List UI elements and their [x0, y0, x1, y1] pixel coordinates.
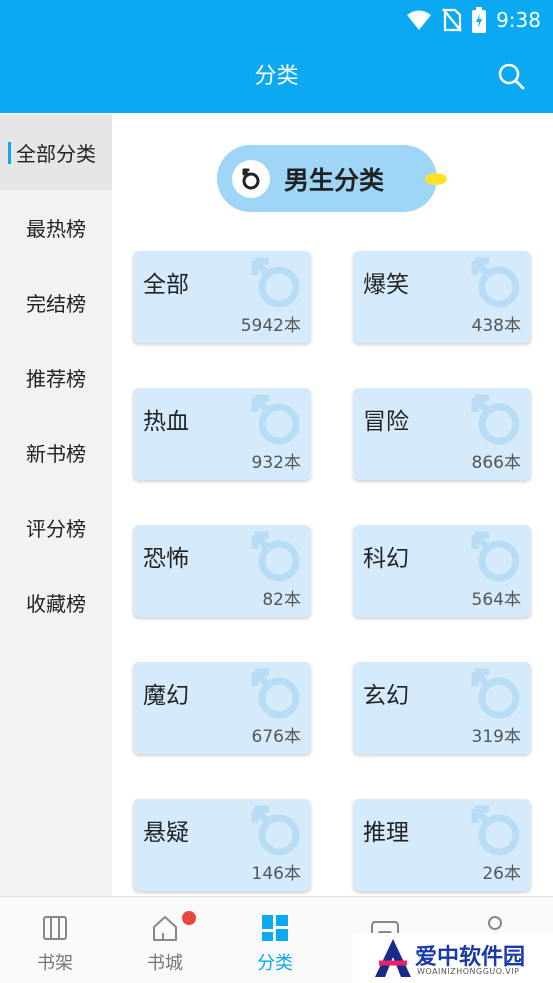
male-watermark-icon — [251, 531, 300, 582]
category-card[interactable]: 热血 932本 — [133, 388, 311, 480]
watermark-subtext: WOAINIZHONGGUO.VIP — [417, 967, 520, 976]
battery-charging-icon — [472, 7, 487, 33]
category-name: 推理 — [363, 820, 409, 846]
app-header: 9:38 分类 — [0, 0, 553, 113]
category-card[interactable]: 冒险 866本 — [353, 388, 531, 480]
category-count: 146本 — [251, 864, 301, 884]
nav-label: 书城 — [147, 953, 183, 974]
sidebar: 全部分类 最热榜 完结榜 推荐榜 新书榜 评分榜 收藏榜 — [0, 113, 112, 896]
site-watermark: 爱中软件园 WOAINIZHONGGUO.VIP — [353, 933, 553, 983]
watermark-logo-icon — [375, 939, 411, 977]
nav-label: 分类 — [257, 953, 293, 974]
sidebar-item-new[interactable]: 新书榜 — [0, 415, 112, 490]
status-bar: 9:38 — [0, 0, 553, 40]
category-count: 676本 — [251, 727, 301, 747]
sidebar-item-rating[interactable]: 评分榜 — [0, 490, 112, 565]
sidebar-item-label: 新书榜 — [26, 442, 86, 466]
no-sim-icon — [442, 8, 462, 32]
section-header: 男生分类 — [217, 145, 437, 212]
category-card[interactable]: 推理 26本 — [353, 799, 531, 891]
sidebar-item-label: 完结榜 — [26, 292, 86, 316]
section-title: 男生分类 — [284, 166, 385, 195]
nav-label: 书架 — [37, 953, 73, 974]
sidebar-item-label: 最热榜 — [26, 217, 86, 241]
category-card[interactable]: 玄幻 319本 — [353, 662, 531, 754]
sidebar-item-label: 评分榜 — [26, 517, 86, 541]
home-icon — [153, 916, 177, 941]
male-watermark-icon — [251, 394, 300, 445]
nav-category[interactable]: 分类 — [220, 897, 330, 983]
category-count: 5942本 — [240, 316, 301, 336]
male-watermark-icon — [251, 668, 300, 719]
category-count: 319本 — [471, 727, 521, 747]
category-card[interactable]: 恐怖 82本 — [133, 525, 311, 617]
category-count: 932本 — [251, 453, 301, 473]
male-watermark-icon — [471, 257, 520, 308]
decorative-dot — [425, 173, 447, 185]
page-title: 分类 — [254, 64, 299, 89]
male-watermark-icon — [471, 531, 520, 582]
category-count: 438本 — [471, 316, 521, 336]
category-name: 科幻 — [363, 546, 409, 572]
active-indicator — [8, 142, 11, 164]
nav-bookshelf[interactable]: 书架 — [0, 897, 110, 983]
category-card[interactable]: 爆笑 438本 — [353, 251, 531, 343]
wifi-icon — [407, 10, 432, 30]
sidebar-item-all[interactable]: 全部分类 — [0, 115, 112, 190]
category-count: 866本 — [471, 453, 521, 473]
category-name: 全部 — [143, 272, 189, 298]
category-count: 564本 — [471, 590, 521, 610]
male-watermark-icon — [471, 394, 520, 445]
category-card[interactable]: 科幻 564本 — [353, 525, 531, 617]
category-card[interactable]: 全部 5942本 — [133, 251, 311, 343]
category-count: 26本 — [482, 864, 521, 884]
male-watermark-icon — [471, 805, 520, 856]
category-name: 热血 — [143, 409, 189, 435]
status-time: 9:38 — [496, 8, 541, 32]
sidebar-item-label: 收藏榜 — [26, 592, 86, 616]
male-watermark-icon — [251, 805, 300, 856]
category-name: 爆笑 — [363, 272, 409, 298]
sidebar-item-completed[interactable]: 完结榜 — [0, 265, 112, 340]
category-name: 恐怖 — [143, 546, 189, 572]
category-name: 冒险 — [363, 409, 409, 435]
category-icon — [262, 915, 288, 941]
category-card[interactable]: 悬疑 146本 — [133, 799, 311, 891]
sidebar-item-recommended[interactable]: 推荐榜 — [0, 340, 112, 415]
notification-badge — [182, 911, 196, 925]
sidebar-item-label: 全部分类 — [16, 142, 96, 166]
category-count: 82本 — [262, 590, 301, 610]
male-watermark-icon — [251, 257, 300, 308]
category-name: 魔幻 — [143, 683, 189, 709]
search-icon[interactable] — [497, 62, 525, 90]
category-name: 悬疑 — [143, 820, 189, 846]
category-card[interactable]: 魔幻 676本 — [133, 662, 311, 754]
sidebar-item-favorites[interactable]: 收藏榜 — [0, 565, 112, 640]
category-panel: 男生分类 全部 5942本 爆笑 438本 热血 932本 冒险 866本 恐怖… — [112, 113, 553, 896]
sidebar-item-hottest[interactable]: 最热榜 — [0, 190, 112, 265]
sidebar-item-label: 推荐榜 — [26, 367, 86, 391]
category-name: 玄幻 — [363, 683, 409, 709]
bookshelf-icon — [43, 916, 67, 940]
nav-bookstore[interactable]: 书城 — [110, 897, 220, 983]
male-watermark-icon — [471, 668, 520, 719]
male-icon — [232, 160, 270, 198]
